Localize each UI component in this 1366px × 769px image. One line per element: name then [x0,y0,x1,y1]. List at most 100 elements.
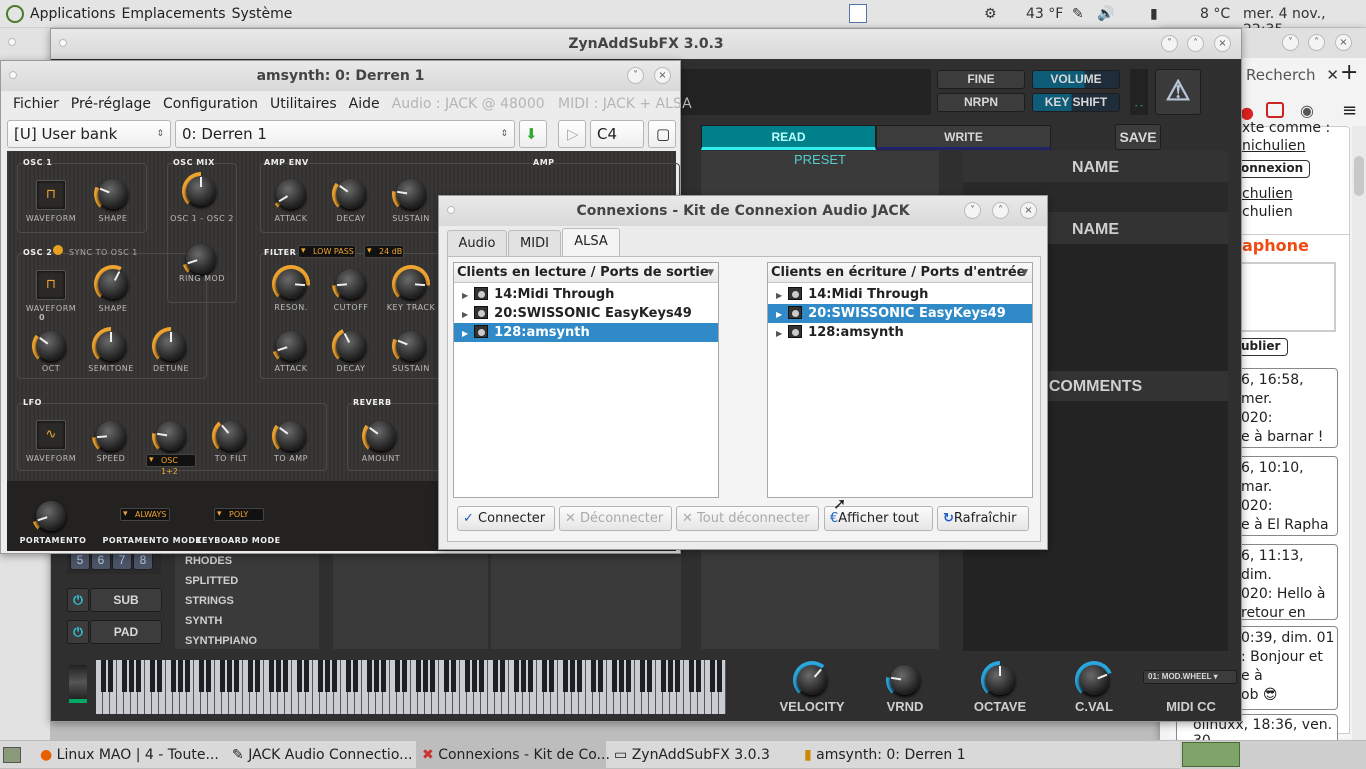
black-key[interactable] [254,660,260,692]
comment-textarea[interactable] [1240,262,1336,332]
portamento-knob[interactable] [32,497,70,535]
black-key[interactable] [170,660,176,692]
mod-wheel[interactable] [69,665,87,703]
maximize-button[interactable]: ˄ [992,202,1009,219]
semitone-knob[interactable] [92,327,130,365]
note-spinner[interactable]: C4 [590,120,644,148]
black-key[interactable] [135,660,141,692]
black-key[interactable] [198,660,204,692]
menu-applications[interactable]: Applications [30,6,116,22]
black-key[interactable] [184,660,190,692]
midi-cc-select[interactable]: 01: MOD.WHEEL ▾ [1143,670,1237,684]
black-key[interactable] [478,660,484,692]
cutoff-knob[interactable] [332,265,370,303]
login-button[interactable]: onnexion [1234,160,1310,178]
new-tab-icon[interactable]: + [1340,60,1358,85]
list-header[interactable]: Clients en écriture / Ports d'entrée ▼ [768,263,1032,283]
maximize-button[interactable]: ˄ [1187,35,1204,52]
black-key[interactable] [100,660,106,692]
black-key[interactable] [625,660,631,692]
close-tab-icon[interactable]: ✕ [1326,66,1339,84]
taskbar-item-connections[interactable]: ✖ Connexions - Kit de Co... [416,741,610,769]
black-key[interactable] [219,660,225,692]
list-item-selected[interactable]: ▶ 20:SWISSONIC EasyKeys49 [768,304,1032,323]
black-key[interactable] [177,660,183,692]
black-key[interactable] [366,660,372,692]
taskbar-item-jack[interactable]: ✎ JACK Audio Connectio... [226,741,414,769]
taskbar-item-amsynth[interactable]: ▮ amsynth: 0: Derren 1 [798,741,988,769]
part-8-button[interactable]: 8 [133,552,153,570]
menu-config[interactable]: Configuration [163,96,258,112]
list-item[interactable]: ▶ 20:SWISSONIC EasyKeys49 [454,304,718,323]
volume-slider[interactable]: VOLUME [1032,70,1120,89]
black-key[interactable] [674,660,680,692]
user-link[interactable]: chulien [1242,186,1293,202]
black-key[interactable] [429,660,435,692]
category-item[interactable]: SYNTH [185,615,222,627]
ringmod-knob[interactable] [182,240,220,278]
hamburger-menu-icon[interactable]: ≡ [1342,100,1357,121]
menu-utilities[interactable]: Utilitaires [270,96,337,112]
category-item[interactable]: STRINGS [185,595,234,607]
save-preset-button[interactable]: ⬇ [519,120,547,148]
black-key[interactable] [317,660,323,692]
filter-type-select[interactable]: LOW PASS [298,245,356,258]
lock-toggle[interactable]: ▢ [648,120,676,148]
to-filter-knob[interactable] [212,417,250,455]
scrollbar[interactable] [1352,126,1366,740]
env-sustain-knob[interactable] [392,175,430,213]
pad-button[interactable]: PAD [90,620,162,644]
part-7-button[interactable]: 7 [112,552,132,570]
black-key[interactable] [275,660,281,692]
close-button[interactable]: × [654,67,671,84]
black-key[interactable] [268,660,274,692]
black-key[interactable] [618,660,624,692]
keyboard-mode-select[interactable]: POLY [214,508,264,521]
save-button[interactable]: SAVE [1115,124,1161,150]
portamento-mode-select[interactable]: ALWAYS [120,508,170,521]
black-key[interactable] [548,660,554,692]
list-item-selected[interactable]: ▶ 128:amsynth [454,323,718,342]
tab-midi[interactable]: MIDI [508,230,561,256]
category-item[interactable]: SPLITTED [185,575,238,587]
media-icon[interactable] [1266,102,1284,118]
octave-knob[interactable] [981,661,1019,699]
oscmix-knob[interactable] [182,172,220,210]
list-header[interactable]: Clients en lecture / Ports de sortie ▼ [454,263,718,283]
black-key[interactable] [639,660,645,692]
osc2-waveform-button[interactable]: ⊓ [36,270,66,300]
browser-tab[interactable]: Recherch ✕ [1242,58,1342,92]
menu-places[interactable]: Emplacements [122,6,226,22]
filter-attack-knob[interactable] [272,327,310,365]
cval-knob[interactable] [1075,661,1113,699]
keytrack-knob[interactable] [392,265,430,303]
black-key[interactable] [296,660,302,692]
vrnd-knob[interactable] [886,661,924,699]
black-key[interactable] [345,660,351,692]
disconnect-button[interactable]: ✕ Déconnecter [559,506,672,531]
black-key[interactable] [394,660,400,692]
sync-led[interactable] [53,245,63,255]
workspace-switcher[interactable] [1180,741,1366,769]
tab-read[interactable]: READ [701,125,876,150]
piano-keyboard[interactable] [96,660,726,714]
black-key[interactable] [660,660,666,692]
tab-alsa[interactable]: ALSA [562,228,620,256]
tool-icon[interactable]: ✎ [1072,6,1084,22]
black-key[interactable] [471,660,477,692]
category-item[interactable]: RHODES [185,555,232,567]
preset-select[interactable]: 0: Derren 1 ⇕ [175,120,515,148]
black-key[interactable] [709,660,715,692]
tab-audio[interactable]: Audio [447,230,507,256]
distro-logo-icon[interactable] [6,4,24,23]
osc1-waveform-button[interactable]: ⊓ [36,180,66,210]
black-key[interactable] [149,660,155,692]
filter-decay-knob[interactable] [332,327,370,365]
keyshift-slider[interactable]: KEY SHIFT [1032,93,1120,112]
part-5-button[interactable]: 5 [70,552,90,570]
part-6-button[interactable]: 6 [91,552,111,570]
lfo-waveform-button[interactable]: ∿ [36,420,66,450]
osc1-shape-knob[interactable] [94,175,132,213]
connect-button[interactable]: ✓ Connecter [457,506,555,531]
category-item[interactable]: SYNTHPIANO [185,635,257,647]
